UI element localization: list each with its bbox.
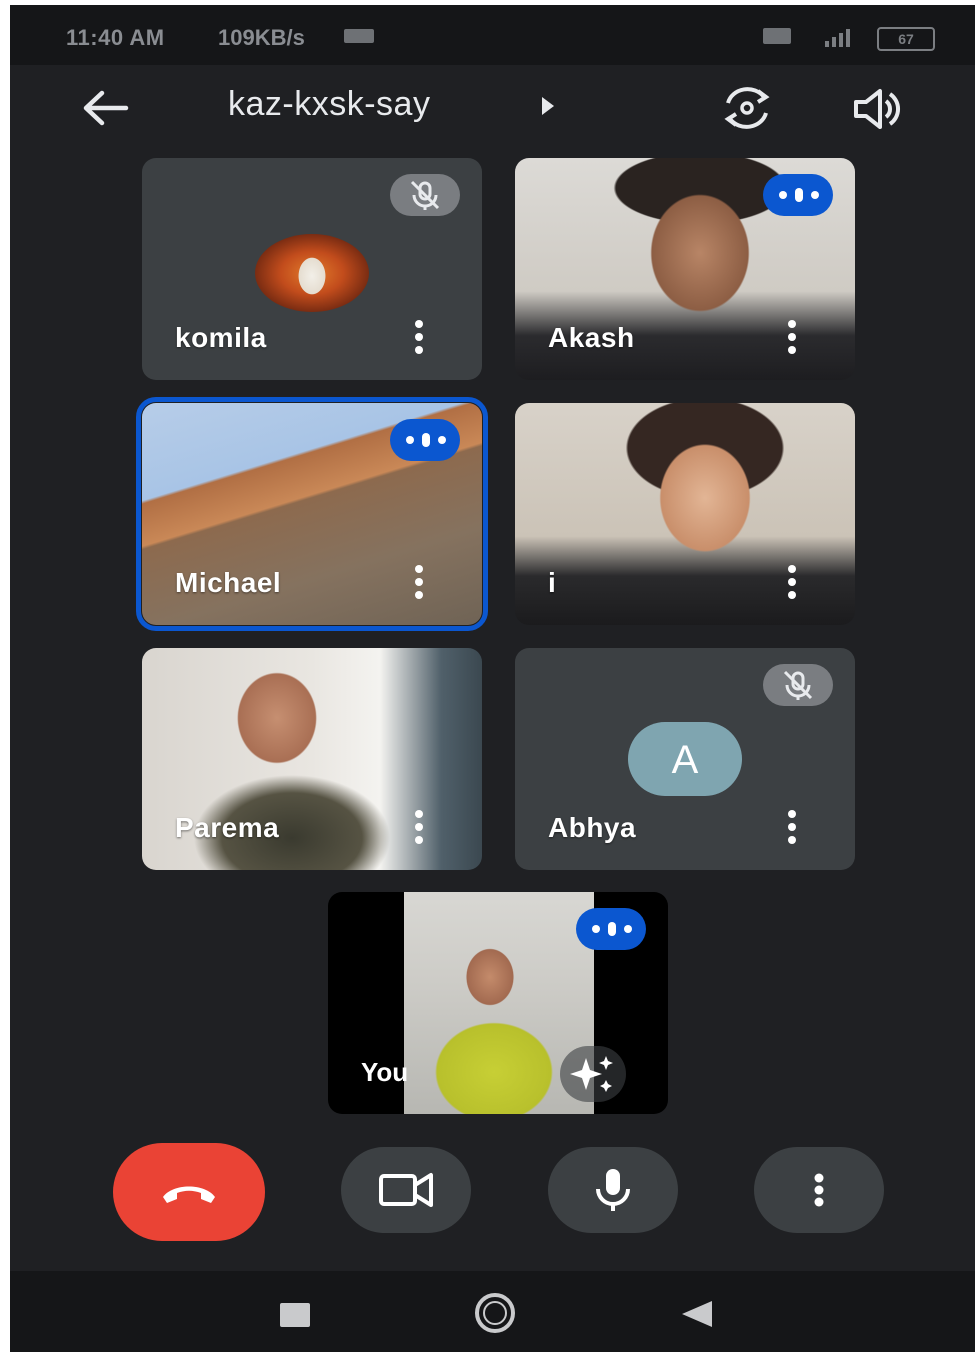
- call-header: kaz-kxsk-say: [10, 67, 975, 151]
- participant-tile[interactable]: Akash: [515, 158, 855, 380]
- participant-name: Michael: [175, 567, 282, 598]
- mic-off-icon: [390, 174, 460, 216]
- system-nav-bar: [10, 1271, 975, 1352]
- play-caret-icon[interactable]: [542, 97, 554, 115]
- speaker-icon[interactable]: [850, 85, 906, 133]
- self-view-tile[interactable]: You: [328, 892, 668, 1114]
- participant-tile[interactable]: Michael: [136, 397, 488, 631]
- flip-camera-icon[interactable]: [718, 83, 776, 133]
- more-vert-icon[interactable]: [787, 810, 797, 844]
- participant-name: Akash: [548, 322, 635, 353]
- speaking-indicator-icon: [763, 174, 833, 216]
- hangup-button[interactable]: [113, 1143, 265, 1241]
- more-vert-icon[interactable]: [414, 810, 424, 844]
- more-vert-icon[interactable]: [787, 565, 797, 599]
- back-arrow-icon[interactable]: [80, 87, 130, 129]
- more-options-button[interactable]: [754, 1147, 884, 1233]
- avatar: A: [628, 722, 742, 796]
- speaking-indicator-icon: [576, 908, 646, 950]
- more-vert-icon[interactable]: [414, 565, 424, 599]
- participant-name: Parema: [175, 812, 280, 843]
- nav-back-icon[interactable]: [682, 1301, 712, 1327]
- status-bar: 11:40 AM 109KB/s 67: [10, 5, 975, 65]
- message-icon: [344, 29, 374, 43]
- participant-tile[interactable]: A Abhya: [515, 648, 855, 870]
- mic-off-icon: [763, 664, 833, 706]
- participant-name: komila: [175, 322, 267, 353]
- speaking-indicator-icon: [390, 419, 460, 461]
- participant-name: Abhya: [548, 812, 637, 843]
- volte-icon: [763, 28, 791, 44]
- camera-button[interactable]: [341, 1147, 471, 1233]
- more-vert-icon[interactable]: [787, 320, 797, 354]
- status-time: 11:40 AM: [66, 25, 165, 50]
- participant-name: i: [548, 567, 557, 598]
- recents-icon[interactable]: [280, 1303, 310, 1327]
- participant-tile[interactable]: komila: [142, 158, 482, 380]
- home-icon[interactable]: [475, 1293, 515, 1333]
- video-camera-icon: [379, 1173, 433, 1207]
- status-network-speed: 109KB/s: [218, 25, 305, 50]
- meeting-code[interactable]: kaz-kxsk-say: [228, 85, 430, 124]
- more-vert-icon: [814, 1173, 824, 1207]
- sparkle-effects-icon[interactable]: [560, 1046, 626, 1102]
- call-controls: [10, 1137, 975, 1247]
- signal-icon: [811, 27, 857, 52]
- avatar: [255, 234, 369, 312]
- mic-icon: [596, 1169, 630, 1211]
- microphone-button[interactable]: [548, 1147, 678, 1233]
- participant-tile[interactable]: Parema: [142, 648, 482, 870]
- battery-indicator: 67: [877, 27, 935, 51]
- phone-screen: 11:40 AM 109KB/s 67 kaz-kxsk-say komila: [10, 5, 975, 1352]
- hangup-icon: [163, 1186, 215, 1203]
- participant-tile[interactable]: i: [515, 403, 855, 625]
- more-vert-icon[interactable]: [414, 320, 424, 354]
- participant-name: You: [361, 1057, 409, 1087]
